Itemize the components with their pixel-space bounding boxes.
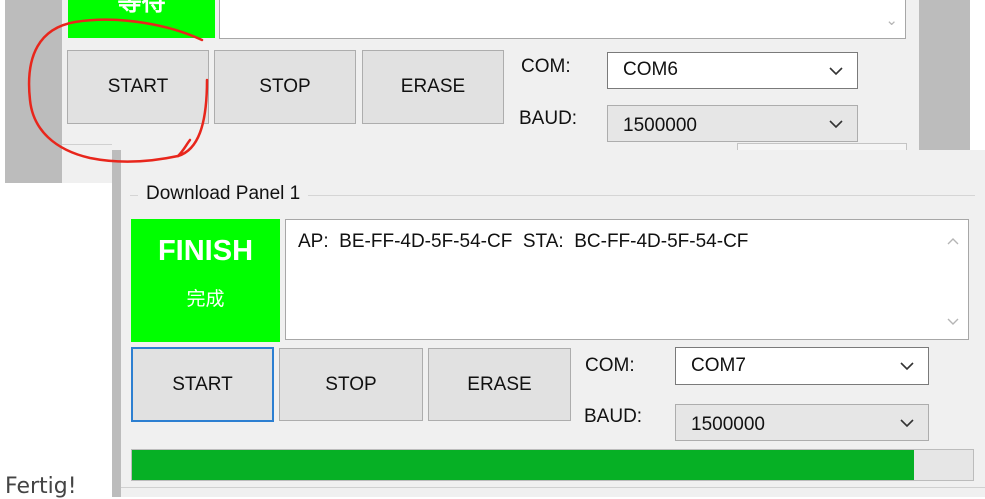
chevron-down-icon	[900, 362, 914, 371]
chevron-down-icon[interactable]	[946, 317, 960, 327]
progress-fill	[132, 450, 914, 480]
chevron-down-icon	[900, 418, 914, 427]
baud-select[interactable]: 1500000	[675, 404, 929, 441]
top-log-box[interactable]: ⌄	[219, 0, 906, 39]
com-value: COM7	[691, 355, 746, 376]
status-indicator: FINISH 完成	[131, 219, 280, 342]
top-baud-value: 1500000	[623, 115, 697, 136]
log-box[interactable]: AP: BE-FF-4D-5F-54-CF STA: BC-FF-4D-5F-5…	[285, 219, 969, 340]
chevron-down-icon	[829, 119, 843, 128]
group-title: Download Panel 1	[138, 183, 309, 205]
top-baud-select[interactable]: 1500000	[607, 105, 858, 142]
baud-label: BAUD:	[584, 406, 643, 427]
status-title: FINISH	[157, 235, 254, 267]
com-select[interactable]: COM7	[675, 347, 929, 385]
chevron-up-icon[interactable]	[946, 236, 960, 246]
stop-button[interactable]: STOP	[279, 348, 423, 421]
main-window-bottom-edge	[121, 487, 985, 497]
top-com-value: COM6	[623, 59, 678, 80]
chevron-down-icon[interactable]: ⌄	[885, 11, 898, 29]
status-subtitle: 完成	[186, 288, 225, 310]
com-label: COM:	[585, 355, 635, 376]
red-annotation-stroke	[27, 18, 209, 163]
start-button[interactable]: START	[131, 347, 274, 422]
caption-text: Fertig!	[5, 474, 77, 499]
erase-button[interactable]: ERASE	[428, 348, 571, 421]
log-text: AP: BE-FF-4D-5F-54-CF STA: BC-FF-4D-5F-5…	[298, 231, 749, 252]
progress-bar	[131, 449, 974, 481]
top-erase-button[interactable]: ERASE	[362, 50, 504, 124]
top-baud-label: BAUD:	[519, 108, 578, 129]
top-com-select[interactable]: COM6	[607, 52, 858, 89]
top-com-label: COM:	[521, 56, 571, 77]
chevron-down-icon	[829, 66, 843, 75]
baud-value: 1500000	[691, 414, 765, 435]
